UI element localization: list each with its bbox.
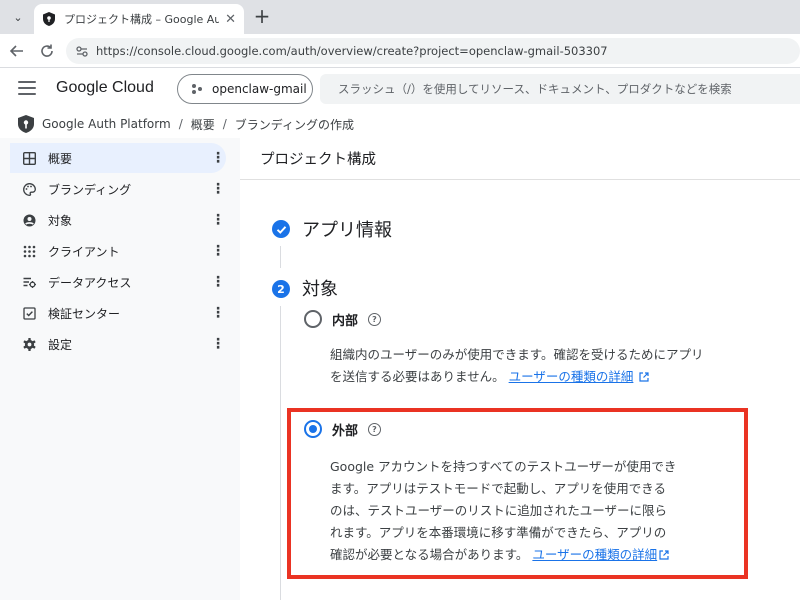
internal-description: 組織内のユーザーのみが使用できます。確認を受けるためにアプリを送信する必要はあり… [330, 344, 710, 388]
breadcrumb-auth-platform[interactable]: Google Auth Platform [42, 117, 171, 131]
sidebar-item-label: 検証センター [48, 306, 121, 321]
step-connector [280, 306, 281, 600]
new-tab-icon[interactable]: + [250, 5, 274, 29]
breadcrumb-separator: / [222, 117, 227, 131]
tab-close-icon[interactable]: ✕ [225, 12, 236, 27]
sidebar-item-label: データアクセス [48, 275, 132, 290]
step-complete-check-icon [272, 220, 290, 238]
page-title: プロジェクト構成 [260, 152, 376, 168]
sidebar-item-overview[interactable]: 概要 ⋮ [10, 143, 226, 173]
reload-icon[interactable] [36, 40, 58, 62]
sidebar-item-label: 設定 [48, 337, 73, 352]
sidebar-item-label: 対象 [48, 213, 73, 228]
breadcrumb-current: ブランディングの作成 [234, 117, 354, 132]
verified-check-icon [22, 306, 36, 320]
auth-platform-shield-icon [18, 115, 34, 133]
sidebar-item-data-access[interactable]: データアクセス ⋮ [10, 267, 226, 297]
sidebar-item-clients[interactable]: クライアント ⋮ [10, 236, 226, 266]
more-vert-icon[interactable]: ⋮ [210, 182, 226, 196]
account-circle-icon [22, 213, 36, 227]
sidebar-item-verification-center[interactable]: 検証センター ⋮ [10, 298, 226, 328]
data-access-icon [22, 275, 36, 289]
more-vert-icon[interactable]: ⋮ [210, 151, 226, 165]
breadcrumb-separator: / [178, 117, 183, 131]
gear-icon [22, 337, 36, 351]
google-cloud-logo[interactable]: Google Cloud [56, 79, 154, 97]
more-vert-icon[interactable]: ⋮ [210, 213, 226, 227]
more-vert-icon[interactable]: ⋮ [210, 306, 226, 320]
url-text: https://console.cloud.google.com/auth/ov… [96, 44, 608, 58]
external-radio[interactable] [304, 420, 322, 438]
project-picker[interactable]: openclaw-gmail [177, 74, 313, 104]
main-menu-icon[interactable] [18, 81, 36, 95]
internal-radio[interactable] [304, 310, 322, 328]
project-name: openclaw-gmail [212, 82, 307, 96]
external-description-line: 確認が必要となる場合があります。 [330, 547, 529, 562]
dashboard-icon [22, 151, 36, 165]
step-number-badge: 2 [272, 280, 290, 298]
shield-favicon-icon [42, 12, 56, 26]
internal-learn-more-link[interactable]: ユーザーの種類の詳細 [509, 369, 634, 384]
sidebar-item-label: 概要 [48, 151, 73, 166]
more-vert-icon[interactable]: ⋮ [210, 244, 226, 258]
site-info-icon[interactable] [74, 43, 90, 59]
external-description-line: れます。アプリを本番環境に移す準備ができたら、アプリの [330, 525, 667, 540]
external-help-icon[interactable]: ? [368, 423, 381, 436]
browser-toolbar: https://console.cloud.google.com/auth/ov… [0, 34, 800, 68]
search-input[interactable]: スラッシュ（/）を使用してリソース、ドキュメント、プロダクトなどを検索 [320, 74, 800, 104]
project-dots-icon [192, 84, 202, 94]
browser-tab[interactable]: プロジェクト構成 – Google Auth Platfo ✕ [34, 4, 244, 34]
back-arrow-icon[interactable] [6, 40, 28, 62]
address-bar[interactable]: https://console.cloud.google.com/auth/ov… [66, 38, 800, 64]
external-description-line: Google アカウントを持つすべてのテストユーザーが使用でき [330, 459, 677, 474]
cloud-header: Google Cloud openclaw-gmail スラッシュ（/）を使用し… [0, 68, 800, 110]
sidebar: 概要 ⋮ ブランディング ⋮ 対象 ⋮ クライアント ⋮ データアクセス ⋮ 検… [0, 138, 240, 600]
step-audience-title: 対象 [302, 279, 338, 300]
sidebar-item-label: ブランディング [48, 182, 132, 197]
page-header: プロジェクト構成 [240, 138, 800, 180]
internal-label[interactable]: 内部 [332, 310, 358, 329]
sidebar-item-branding[interactable]: ブランディング ⋮ [10, 174, 226, 204]
browser-tab-strip: ⌄ プロジェクト構成 – Google Auth Platfo ✕ + [0, 0, 800, 34]
more-vert-icon[interactable]: ⋮ [210, 337, 226, 351]
breadcrumb-overview[interactable]: 概要 [191, 116, 215, 133]
external-description-line: のは、テストユーザーのリストに追加されたユーザーに限ら [330, 503, 668, 518]
sidebar-item-label: クライアント [48, 244, 120, 259]
search-placeholder: スラッシュ（/）を使用してリソース、ドキュメント、プロダクトなどを検索 [338, 82, 732, 96]
step-app-info-title[interactable]: アプリ情報 [302, 216, 392, 242]
external-link-icon[interactable] [639, 372, 649, 382]
internal-help-icon[interactable]: ? [368, 313, 381, 326]
tab-title: プロジェクト構成 – Google Auth Platfo [64, 13, 220, 26]
grid-apps-icon [22, 244, 36, 258]
external-description-line: ます。アプリはテストモードで起動し、アプリを使用できる [330, 481, 667, 496]
step-connector [280, 246, 281, 268]
external-label[interactable]: 外部 [332, 420, 358, 439]
external-link-icon[interactable] [659, 550, 669, 560]
more-vert-icon[interactable]: ⋮ [210, 275, 226, 289]
sidebar-item-audience[interactable]: 対象 ⋮ [10, 205, 226, 235]
external-learn-more-link[interactable]: ユーザーの種類の詳細 [532, 547, 657, 562]
sidebar-item-settings[interactable]: 設定 ⋮ [10, 329, 226, 359]
main-content: プロジェクト構成 アプリ情報 2 対象 内部 ? 組織内のユーザーのみが使用でき… [240, 138, 800, 600]
palette-icon [22, 182, 36, 196]
external-description: Google アカウントを持つすべてのテストユーザーが使用でき ます。アプリはテ… [330, 456, 730, 566]
breadcrumb: Google Auth Platform / 概要 / ブランディングの作成 [0, 110, 800, 138]
tab-search-chevron-icon[interactable]: ⌄ [6, 6, 30, 28]
